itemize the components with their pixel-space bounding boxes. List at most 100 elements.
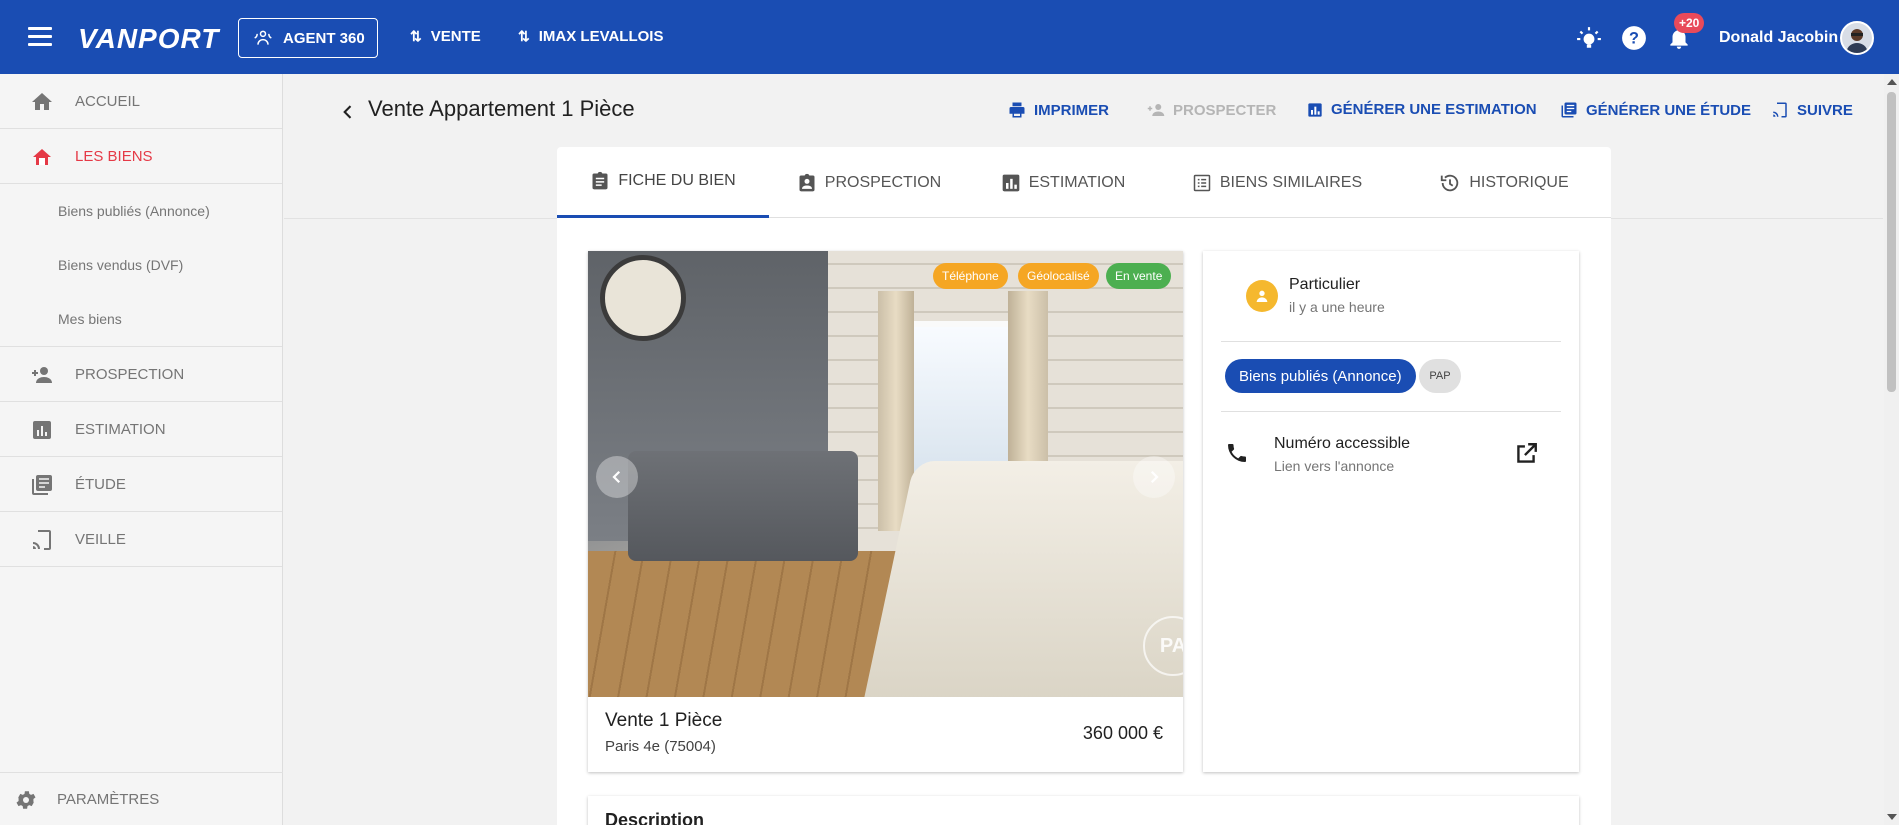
carousel-prev-button[interactable] [596, 456, 638, 498]
print-button[interactable]: IMPRIMER [1008, 101, 1109, 119]
swap-icon: ⇅ [518, 28, 530, 44]
tab-historique[interactable]: HISTORIQUE [1397, 147, 1611, 218]
top-app-bar: VANPORT AGENT 360 ⇅ VENTE ⇅ IMAX LEVALLO… [0, 0, 1899, 74]
bar-chart-icon [1002, 174, 1020, 191]
sidebar-item-veille[interactable]: VEILLE [0, 512, 282, 567]
sidebar-item-biens[interactable]: LES BIENS [0, 129, 282, 184]
tab-biens-similaires[interactable]: BIENS SIMILAIRES [1157, 147, 1397, 218]
tag-en-vente: En vente [1106, 263, 1172, 289]
divider [1221, 341, 1561, 342]
generate-estimate-button[interactable]: GÉNÉRER UNE ESTIMATION [1307, 101, 1537, 118]
carousel-next-button[interactable] [1133, 456, 1175, 498]
gear-icon [16, 791, 36, 809]
list-icon [1193, 174, 1211, 191]
sidebar-item-label: VEILLE [75, 530, 126, 548]
scroll-up-arrow[interactable] [1887, 79, 1897, 85]
generate-study-label: GÉNÉRER UNE ÉTUDE [1586, 101, 1752, 119]
scroll-down-arrow[interactable] [1887, 814, 1897, 820]
listing-title: Vente 1 Pièce [605, 710, 723, 731]
menu-icon[interactable] [28, 27, 52, 47]
sidebar-item-label: ÉTUDE [75, 475, 126, 493]
tab-label: ESTIMATION [1028, 173, 1126, 191]
owner-info-card: Particulier il y a une heure Biens publi… [1203, 251, 1579, 772]
tab-estimation[interactable]: ESTIMATION [969, 147, 1157, 218]
open-in-new-icon[interactable] [1513, 441, 1539, 467]
sidebar-settings[interactable]: PARAMÈTRES [0, 772, 283, 825]
tab-label: PROSPECTION [824, 173, 942, 191]
tab-label: HISTORIQUE [1469, 173, 1569, 191]
person-add-icon [1147, 104, 1165, 116]
cast-icon [1773, 102, 1787, 118]
assignment-ind-icon [799, 173, 815, 191]
help-icon[interactable]: ? [1621, 25, 1647, 51]
phone-title: Numéro accessible [1274, 435, 1411, 452]
svg-text:?: ? [1629, 29, 1639, 47]
clock-decor [600, 255, 686, 341]
cast-icon [33, 530, 51, 550]
library-icon [1561, 102, 1577, 118]
clipboard-icon [592, 171, 608, 190]
back-chevron-icon[interactable] [338, 102, 358, 122]
owner-avatar [1246, 280, 1278, 312]
owner-time: il y a une heure [1289, 299, 1385, 315]
swap-icon: ⇅ [410, 28, 422, 44]
source-chip[interactable]: Biens publiés (Annonce) [1225, 359, 1416, 393]
sidebar-sub-biens-vendus[interactable]: Biens vendus (DVF) [0, 238, 282, 292]
follow-label: SUIVRE [1797, 101, 1853, 119]
vente-label: VENTE [430, 28, 481, 45]
biens-submenu: Biens publiés (Annonce) Biens vendus (DV… [0, 184, 282, 347]
page-scrollbar[interactable] [1884, 74, 1899, 825]
scroll-thumb[interactable] [1887, 92, 1896, 392]
sidebar-item-label: LES BIENS [75, 147, 153, 165]
sidebar: ACCUEIL LES BIENS Biens publiés (Annonce… [0, 74, 283, 825]
chevron-left-icon [612, 470, 621, 484]
chevron-right-icon [1150, 470, 1159, 484]
lightbulb-icon[interactable] [1576, 25, 1602, 51]
generate-estimate-label: GÉNÉRER UNE ESTIMATION [1331, 101, 1537, 118]
print-label: IMPRIMER [1034, 101, 1109, 119]
listing-link-label: Lien vers l'annonce [1274, 458, 1395, 474]
user-name[interactable]: Donald Jacobin [1719, 29, 1838, 47]
user-avatar[interactable] [1840, 21, 1874, 55]
listing-photo[interactable]: Téléphone Géolocalisé En vente PA [588, 251, 1183, 697]
agent-icon [254, 30, 272, 45]
divider [1221, 411, 1561, 412]
page-title: Vente Appartement 1 Pièce [368, 96, 635, 121]
agency-label: IMAX LEVALLOIS [538, 28, 664, 45]
tab-fiche-du-bien[interactable]: FICHE DU BIEN [557, 147, 769, 218]
app-logo[interactable]: VANPORT [78, 23, 219, 55]
agency-switch[interactable]: ⇅ IMAX LEVALLOIS [518, 28, 663, 45]
agent-360-button[interactable]: AGENT 360 [238, 18, 378, 58]
sidebar-item-prospection[interactable]: PROSPECTION [0, 347, 282, 402]
notification-badge: +20 [1674, 13, 1705, 33]
listing-price: 360 000 € [1082, 723, 1163, 743]
follow-button[interactable]: SUIVRE [1771, 101, 1853, 119]
generate-study-button[interactable]: GÉNÉRER UNE ÉTUDE [1560, 101, 1751, 119]
tab-label: BIENS SIMILAIRES [1219, 173, 1363, 191]
settings-label: PARAMÈTRES [57, 790, 160, 808]
property-tabs: FICHE DU BIEN PROSPECTION ESTIMATION BIE… [557, 147, 1611, 218]
vente-switch[interactable]: ⇅ VENTE [410, 28, 481, 45]
bar-chart-icon [1308, 102, 1322, 117]
site-chip[interactable]: PAP [1419, 359, 1461, 393]
sidebar-item-etude[interactable]: ÉTUDE [0, 457, 282, 512]
tab-label: FICHE DU BIEN [618, 172, 736, 189]
history-icon [1441, 174, 1459, 191]
listing-card: Téléphone Géolocalisé En vente PA Vente … [588, 251, 1183, 772]
tag-telephone: Téléphone [933, 263, 1008, 289]
sidebar-item-label: PROSPECTION [75, 365, 185, 383]
tag-geolocalise: Géolocalisé [1018, 263, 1099, 289]
person-add-icon [32, 367, 52, 383]
sidebar-sub-mes-biens[interactable]: Mes biens [0, 292, 282, 346]
description-card: Description [588, 796, 1579, 825]
sidebar-sub-biens-publies[interactable]: Biens publiés (Annonce) [0, 184, 282, 238]
sidebar-item-estimation[interactable]: ESTIMATION [0, 402, 282, 457]
sidebar-item-accueil[interactable]: ACCUEIL [0, 74, 282, 129]
home-icon [32, 93, 52, 110]
phone-icon [1228, 444, 1246, 462]
person-icon [1256, 290, 1268, 302]
prospect-button[interactable]: PROSPECTER [1147, 101, 1276, 119]
tab-prospection[interactable]: PROSPECTION [769, 147, 969, 218]
description-title: Description [605, 810, 705, 825]
agent-360-label: AGENT 360 [283, 29, 365, 47]
